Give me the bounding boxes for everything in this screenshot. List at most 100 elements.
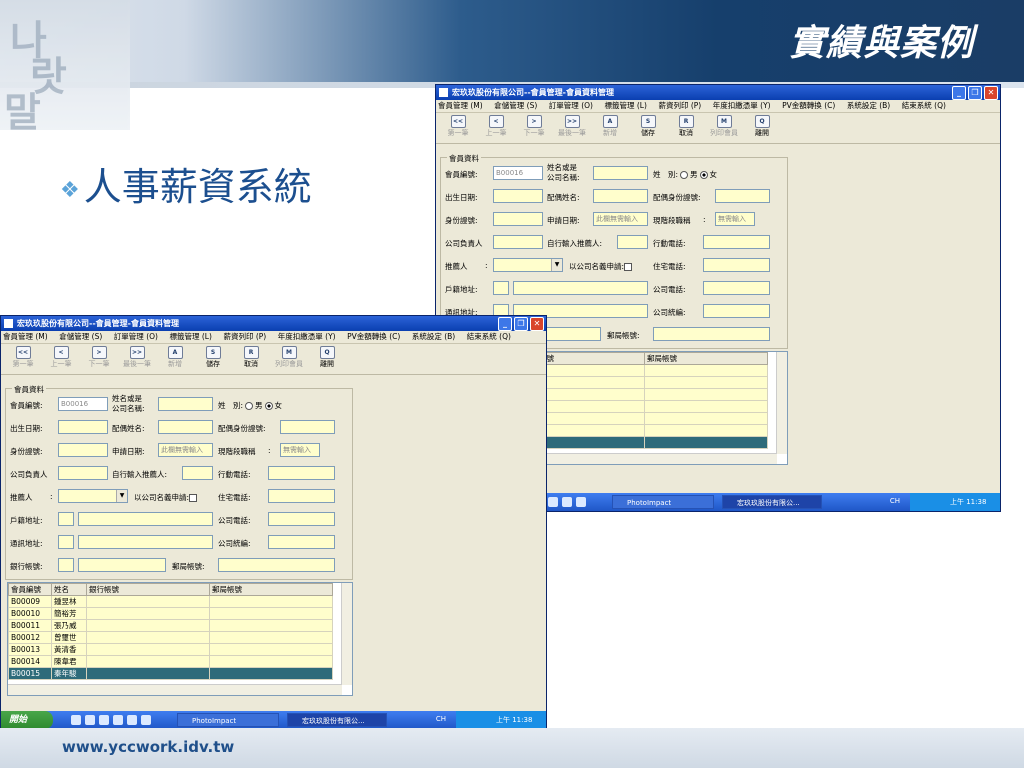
close-button[interactable]: ✕ [984, 86, 998, 100]
mail-zip-field[interactable] [58, 535, 74, 549]
name-field[interactable] [593, 166, 648, 180]
spouse-id-field[interactable] [280, 420, 335, 434]
menu-exit[interactable]: 結束系統 (Q) [902, 101, 946, 110]
add-button[interactable]: A 新增 [157, 346, 193, 372]
quicklaunch-media-icon[interactable] [576, 497, 586, 507]
quicklaunch-app-icon[interactable] [127, 715, 137, 725]
owner-field[interactable] [493, 235, 543, 249]
table-row[interactable]: B00011張乃威 [8, 619, 333, 632]
print-member-button[interactable]: M 列印會員 [706, 115, 742, 141]
birthday-field[interactable] [493, 189, 543, 203]
menu-member[interactable]: 會員管理 (M) [3, 332, 48, 341]
mail-addr-field[interactable] [78, 535, 213, 549]
rank-field[interactable]: 無需輸入 [715, 212, 755, 226]
mobile-field[interactable] [703, 235, 770, 249]
menu-order[interactable]: 訂單管理 (O) [549, 101, 593, 110]
member-no-field[interactable]: B00016 [58, 397, 108, 411]
prev-record-button[interactable]: < 上一筆 [43, 346, 79, 372]
name-field[interactable] [158, 397, 213, 411]
reg-addr-field[interactable] [513, 281, 648, 295]
chevron-down-icon[interactable]: ▼ [116, 490, 127, 502]
quicklaunch-media-icon[interactable] [141, 715, 151, 725]
save-button[interactable]: S 儲存 [195, 346, 231, 372]
reg-zip-field[interactable] [58, 512, 74, 526]
apply-date-field[interactable]: 此欄無需輸入 [158, 443, 213, 457]
apply-date-field[interactable]: 此欄無需輸入 [593, 212, 648, 226]
last-record-button[interactable]: >> 最後一筆 [119, 346, 155, 372]
grid-header-post[interactable]: 郵局帳號 [644, 352, 768, 365]
menu-pv-convert[interactable]: PV金額轉換 (C) [782, 101, 835, 110]
window-titlebar[interactable]: 宏玖玖股份有限公司--會員管理-會員資料管理 _ ❐ ✕ [436, 85, 1000, 100]
horizontal-scrollbar[interactable] [8, 684, 342, 695]
grid-header-member-no[interactable]: 會員編號 [8, 583, 52, 596]
vertical-scrollbar[interactable] [776, 352, 787, 454]
restore-button[interactable]: ❐ [514, 317, 528, 331]
tax-id-field[interactable] [268, 535, 335, 549]
language-indicator[interactable]: CH [890, 497, 900, 505]
start-button[interactable]: 開始 [1, 711, 53, 729]
reg-zip-field[interactable] [493, 281, 509, 295]
home-phone-field[interactable] [268, 489, 335, 503]
grid-header-bank[interactable]: 銀行帳號 [86, 583, 210, 596]
menu-exit[interactable]: 結束系統 (Q) [467, 332, 511, 341]
chevron-down-icon[interactable]: ▼ [551, 259, 562, 271]
table-row[interactable]: B00013黃清香 [8, 643, 333, 656]
female-radio[interactable] [264, 402, 273, 410]
last-record-button[interactable]: >> 最後一筆 [554, 115, 590, 141]
male-radio[interactable] [680, 171, 689, 179]
menu-pv-convert[interactable]: PV金額轉換 (C) [347, 332, 400, 341]
quicklaunch-app-icon[interactable] [562, 497, 572, 507]
cancel-button[interactable]: R 取消 [668, 115, 704, 141]
quicklaunch-folder-icon[interactable] [548, 497, 558, 507]
quicklaunch-folder-icon[interactable] [113, 715, 123, 725]
grid-header-name[interactable]: 姓名 [51, 583, 87, 596]
table-row[interactable]: B00010簡裕芳 [8, 607, 333, 620]
taskbar-item-app[interactable]: 宏玖玖股份有限公... [287, 713, 387, 727]
self-referrer-field[interactable] [182, 466, 213, 480]
window-titlebar[interactable]: 宏玖玖股份有限公司--會員管理-會員資料管理 _ ❐ ✕ [1, 316, 546, 331]
male-radio[interactable] [245, 402, 254, 410]
menu-system-settings[interactable]: 系統設定 (B) [847, 101, 890, 110]
next-record-button[interactable]: > 下一筆 [81, 346, 117, 372]
menu-warehouse[interactable]: 倉儲管理 (S) [59, 332, 102, 341]
home-phone-field[interactable] [703, 258, 770, 272]
post-account-field[interactable] [653, 327, 770, 341]
birthday-field[interactable] [58, 420, 108, 434]
language-indicator[interactable]: CH [436, 715, 446, 723]
menu-warehouse[interactable]: 倉儲管理 (S) [494, 101, 537, 110]
print-member-button[interactable]: M 列印會員 [271, 346, 307, 372]
menu-member[interactable]: 會員管理 (M) [438, 101, 483, 110]
first-record-button[interactable]: << 第一筆 [440, 115, 476, 141]
quicklaunch-desktop-icon[interactable] [99, 715, 109, 725]
save-button[interactable]: S 儲存 [630, 115, 666, 141]
table-row-selected[interactable]: B00015秦年駿 [8, 667, 333, 680]
menu-system-settings[interactable]: 系統設定 (B) [412, 332, 455, 341]
menu-payroll-print[interactable]: 薪資列印 (P) [658, 101, 701, 110]
minimize-button[interactable]: _ [498, 317, 512, 331]
bank-account-field[interactable] [78, 558, 166, 572]
reg-addr-field[interactable] [78, 512, 213, 526]
restore-button[interactable]: ❐ [968, 86, 982, 100]
member-no-field[interactable]: B00016 [493, 166, 543, 180]
owner-field[interactable] [58, 466, 108, 480]
table-row[interactable]: B00012曾璽世 [8, 631, 333, 644]
self-referrer-field[interactable] [617, 235, 648, 249]
menu-annual-withholding[interactable]: 年度扣繳憑單 (Y) [278, 332, 336, 341]
quicklaunch-ie-icon[interactable] [71, 715, 81, 725]
company-apply-checkbox[interactable] [624, 263, 633, 271]
rank-field[interactable]: 無需輸入 [280, 443, 320, 457]
menu-label[interactable]: 標籤管理 (L) [605, 101, 647, 110]
company-phone-field[interactable] [703, 281, 770, 295]
next-record-button[interactable]: > 下一筆 [516, 115, 552, 141]
exit-button[interactable]: Q 離開 [309, 346, 345, 372]
add-button[interactable]: A 新增 [592, 115, 628, 141]
minimize-button[interactable]: _ [952, 86, 966, 100]
table-row[interactable]: B00009鍾昱林 [8, 595, 333, 608]
taskbar-item-photoimpact[interactable]: PhotoImpact [612, 495, 714, 509]
menu-annual-withholding[interactable]: 年度扣繳憑單 (Y) [713, 101, 771, 110]
first-record-button[interactable]: << 第一筆 [5, 346, 41, 372]
exit-button[interactable]: Q 離開 [744, 115, 780, 141]
spouse-name-field[interactable] [593, 189, 648, 203]
vertical-scrollbar[interactable] [341, 583, 352, 685]
taskbar-item-app[interactable]: 宏玖玖股份有限公... [722, 495, 822, 509]
